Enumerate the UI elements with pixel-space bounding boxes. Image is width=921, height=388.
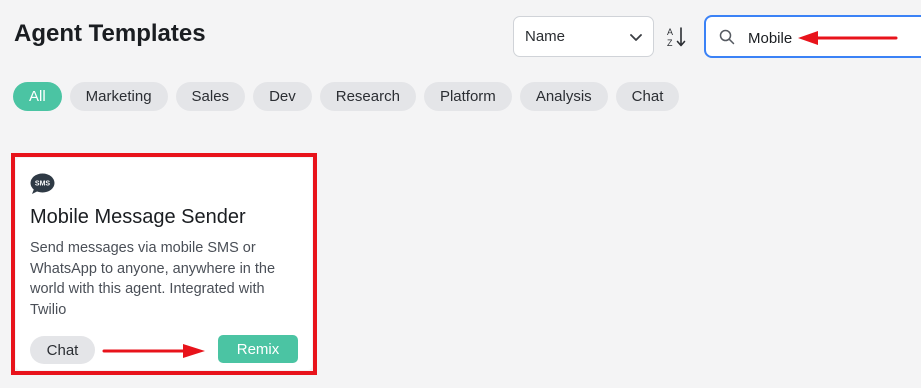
chip-dev[interactable]: Dev (253, 82, 312, 111)
remix-button[interactable]: Remix (218, 335, 298, 363)
svg-text:Z: Z (667, 38, 673, 48)
search-icon (719, 29, 735, 45)
chip-research[interactable]: Research (319, 82, 416, 111)
annotation-arrow-search (798, 31, 898, 45)
chip-sales[interactable]: Sales (175, 82, 246, 111)
template-card[interactable]: SMS Mobile Message Sender Send messages … (16, 158, 312, 370)
sort-select[interactable]: Name (513, 16, 654, 57)
svg-text:A: A (667, 27, 673, 37)
category-filters: All Marketing Sales Dev Research Platfor… (13, 82, 680, 111)
sms-icon-text: SMS (35, 181, 51, 188)
chip-platform[interactable]: Platform (423, 82, 512, 111)
chat-button[interactable]: Chat (30, 336, 95, 364)
card-description: Send messages via mobile SMS or WhatsApp… (30, 240, 276, 318)
chip-analysis[interactable]: Analysis (519, 82, 608, 111)
chip-marketing[interactable]: Marketing (69, 82, 168, 111)
chip-all[interactable]: All (13, 82, 62, 111)
chevron-down-icon (630, 34, 642, 41)
page-title: Agent Templates (14, 20, 206, 47)
chip-chat[interactable]: Chat (615, 82, 680, 111)
sort-az-down-icon[interactable]: A Z (666, 26, 688, 48)
annotation-arrow-remix (102, 344, 205, 358)
card-title: Mobile Message Sender (30, 206, 246, 228)
sort-select-value: Name (525, 28, 566, 45)
sms-icon: SMS (30, 173, 55, 194)
